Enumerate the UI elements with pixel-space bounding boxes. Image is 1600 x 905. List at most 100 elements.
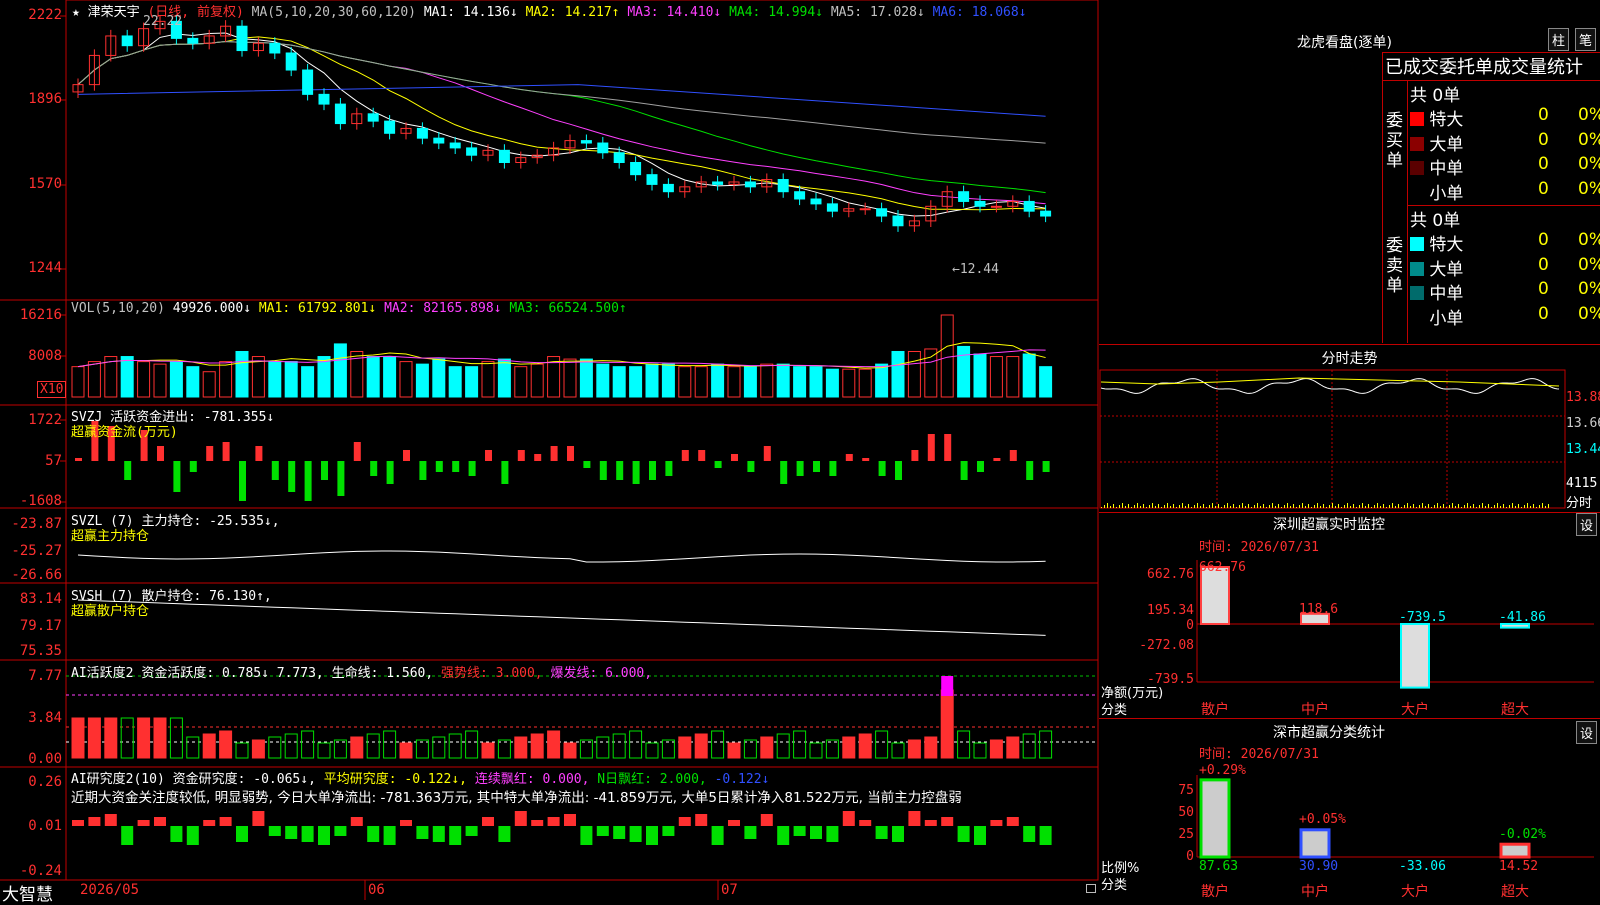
volume-bar (661, 363, 675, 398)
bar-mode-button[interactable]: 柱 (1548, 28, 1570, 51)
intraday-volume-tick (1389, 505, 1390, 508)
candle-body (580, 140, 592, 144)
svsh-axis-2: 75.35 (19, 643, 62, 659)
intraday-volume-tick (1425, 506, 1426, 508)
sell-row-1[interactable]: 大单 0 0% (1410, 255, 1600, 280)
ai-activity-bar (957, 730, 971, 759)
volume-bar (366, 356, 380, 398)
candle-body (810, 198, 822, 205)
sell-row-0[interactable]: 特大 0 0% (1410, 230, 1600, 255)
candle-body (794, 191, 806, 200)
ma5-line (77, 32, 1046, 217)
svsh-axis-0: 83.14 (19, 591, 62, 607)
monitor-title: 深圳超赢实时监控 (1273, 517, 1385, 533)
ai-research-bar (957, 826, 970, 842)
buy-row-3[interactable]: 小单 0 0% (1410, 179, 1600, 204)
ai-activity-bar (612, 733, 626, 759)
candle-body (1023, 200, 1035, 212)
volume-bar (251, 356, 265, 398)
tick-mode-button[interactable]: 笔 (1575, 28, 1597, 51)
intraday-volume-tick (1479, 505, 1480, 508)
monitor-settings-button[interactable]: 设 (1576, 513, 1598, 536)
volume-bar (957, 345, 971, 398)
intraday-volume-tick (1410, 506, 1411, 508)
intraday-volume-tick (1221, 507, 1222, 508)
lock-icon[interactable] (1086, 884, 1096, 893)
candle-body (367, 113, 379, 122)
intraday-volume-tick (1143, 504, 1144, 508)
intraday-volume-tick (1167, 503, 1168, 508)
intraday-volume-tick (1275, 506, 1276, 508)
ai-activity-bar (1022, 733, 1036, 759)
ai-research-bar (662, 826, 675, 836)
intraday-volume-tick (1371, 507, 1372, 508)
monitor-cat-2: 大户 (1401, 702, 1429, 718)
stock-name[interactable]: ★ 津荣天宇 (72, 5, 140, 20)
intraday-volume-tick (1197, 503, 1198, 508)
volume-bar (481, 361, 495, 398)
volume-bar (875, 363, 889, 398)
volume-bar (629, 366, 643, 398)
intraday-volume-tick (1470, 506, 1471, 508)
intraday-volume-tick (1530, 506, 1531, 508)
buy-color-3 (1410, 186, 1424, 200)
ai-research-bar (793, 826, 806, 836)
intraday-volume-tick (1302, 503, 1303, 508)
sell-row-2[interactable]: 中单 0 0% (1410, 279, 1600, 304)
classify-time: 时间: 2026/07/31 (1199, 747, 1319, 762)
price-axis-3: 1244 (28, 260, 62, 276)
svzj-bar (895, 461, 902, 480)
ai-research-bar (416, 826, 429, 839)
ai-activity-bar (497, 739, 511, 759)
ai1-b: 7.773, (276, 666, 324, 681)
sell-row-3[interactable]: 小单 0 0% (1410, 304, 1600, 329)
buy-row-2[interactable]: 中单 0 0% (1410, 154, 1600, 179)
ai-activity-bar (858, 733, 872, 759)
intraday-volume-tick (1515, 506, 1516, 508)
ma60-line (77, 41, 1046, 144)
buy-row-0[interactable]: 特大 0 0% (1410, 105, 1600, 130)
candle-body (892, 215, 904, 227)
ai1-header: AI活跃度2 资金活跃度: 0.785↓ 7.773, 生命线: 1.560, … (71, 662, 652, 681)
intraday-volume-tick (1338, 504, 1339, 508)
classify-settings-button[interactable]: 设 (1576, 721, 1598, 744)
buy-row-1[interactable]: 大单 0 0% (1410, 130, 1600, 155)
intraday-volume-tick (1296, 507, 1297, 508)
ma4-value: MA4: 14.994↓ (729, 5, 823, 20)
svzj-bar (173, 461, 181, 492)
intraday-volume-tick (1140, 506, 1141, 508)
intraday-title[interactable]: 分时走势 (1099, 348, 1600, 368)
intraday-volume-tick (1164, 505, 1165, 508)
ai-research-bar (350, 817, 363, 826)
volume-bar (530, 363, 544, 398)
intraday-volume-tick (1206, 507, 1207, 508)
intraday-volume-tick (1101, 507, 1102, 508)
intraday-volume-tick (1317, 503, 1318, 508)
ai-research-bar (760, 814, 773, 826)
ai-research-bar (941, 817, 954, 826)
ai-activity-bar (694, 733, 708, 759)
ai2-axis-2: -0.24 (19, 863, 62, 879)
ai-research-bar (892, 826, 904, 842)
intraday-volume-tick (1488, 504, 1489, 508)
svzj-bar (206, 446, 214, 461)
intraday-volume-tick (1536, 507, 1537, 508)
intraday-volume-tick (1341, 507, 1342, 508)
volume-bar (612, 366, 626, 398)
ai-activity-bar (579, 739, 593, 759)
svzj-bar (747, 461, 755, 472)
ai-activity-bar (399, 742, 413, 759)
intraday-volume-tick (1278, 504, 1279, 508)
ai-research-bar (104, 814, 117, 826)
ai-activity-bar (875, 730, 889, 759)
ai-activity-bar (219, 730, 233, 759)
monitor-val-2: -739.5 (1399, 610, 1446, 625)
ai-research-bar (268, 826, 281, 836)
date-jul: 07 (721, 882, 738, 898)
intraday-volume-tick (1125, 506, 1126, 508)
intraday-volume-tick (1497, 503, 1498, 508)
svzj-bar (763, 446, 771, 461)
candle-body (597, 142, 609, 154)
svzj-bar (304, 461, 312, 501)
buy-total: 共 0单 (1410, 86, 1461, 106)
